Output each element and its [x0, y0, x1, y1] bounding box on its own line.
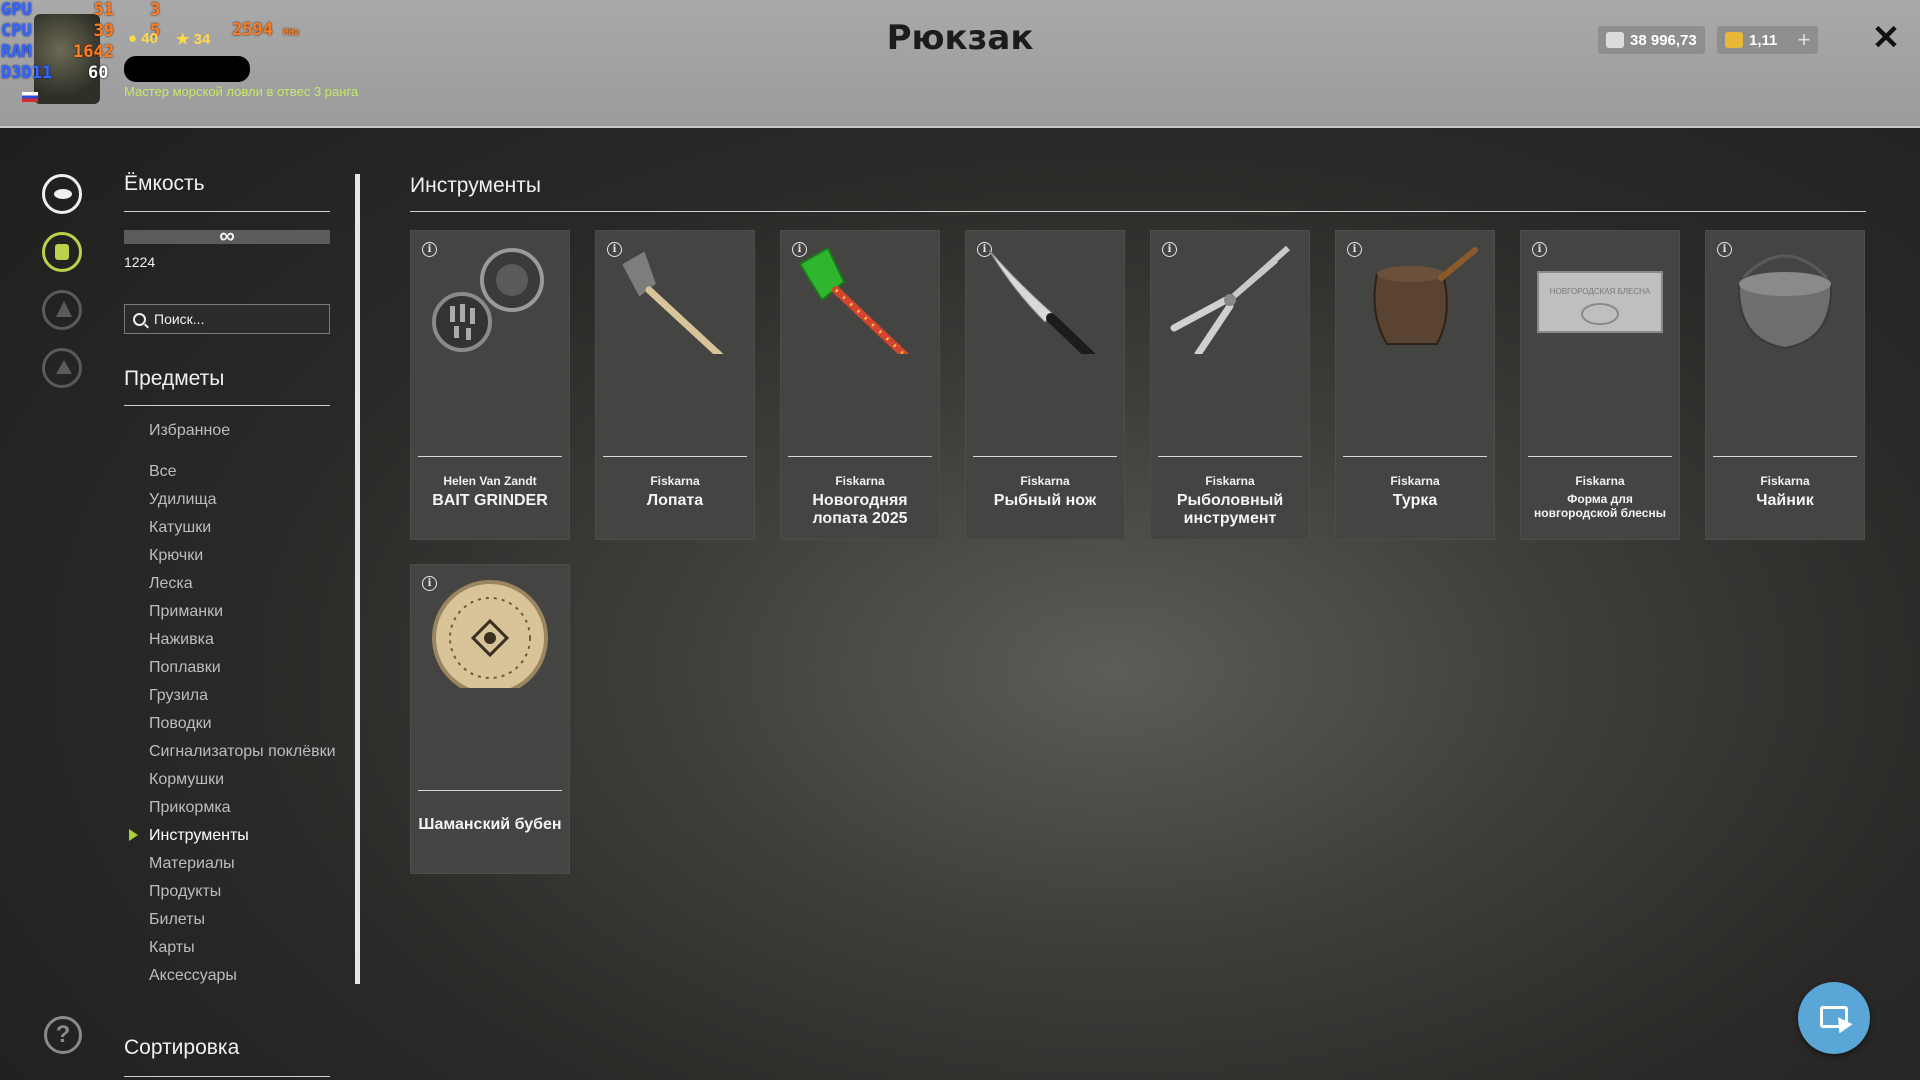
item-brand: Fiskarna: [835, 474, 885, 488]
card-divider: [603, 456, 747, 457]
inventory-item-card[interactable]: i Шаманский бубен: [410, 564, 570, 874]
item-brand: Fiskarna: [650, 474, 700, 488]
kettle-icon: [1719, 244, 1851, 354]
gold-coin-icon: [1725, 32, 1743, 48]
category-list: Все Удилища Катушки Крючки Леска Приманки Нажи…: [129, 462, 339, 994]
silver-balance: 38 996,73: [1598, 26, 1705, 54]
gold-amount: 1,11: [1749, 31, 1778, 49]
category-item[interactable]: Аксессуары: [149, 966, 339, 985]
item-name: BAIT GRINDER: [432, 492, 548, 509]
item-name: Шаманский бубен: [418, 816, 562, 833]
mold-plate-text: НОВГОРОДСКАЯ БЛЕСНА: [1550, 287, 1651, 296]
category-item[interactable]: Карты: [149, 938, 339, 957]
flag-icon: [22, 92, 38, 102]
item-name: Чайник: [1756, 492, 1814, 509]
section-divider: [410, 211, 1866, 212]
category-item[interactable]: Материалы: [149, 854, 339, 873]
hud-api-label: D3D11: [1, 63, 53, 83]
player-title: Мастер морской ловли в отвес 3 ранга: [124, 84, 359, 99]
close-button[interactable]: ✕: [1864, 16, 1908, 60]
item-brand: Fiskarna: [1390, 474, 1440, 488]
inventory-item-card[interactable]: i Fiskarna Новогодняя лопата 2025: [780, 230, 940, 540]
category-item[interactable]: Удилища: [149, 490, 339, 509]
category-item[interactable]: Продукты: [149, 882, 339, 901]
sort-heading[interactable]: Сортировка: [124, 1036, 239, 1060]
help-icon[interactable]: ?: [44, 1016, 82, 1054]
category-item[interactable]: Прикормка: [149, 798, 339, 817]
item-name: Рыболовный инструмент: [1176, 492, 1284, 527]
item-brand: Fiskarna: [1760, 474, 1810, 488]
inventory-item-card[interactable]: i Helen Van Zandt BAIT GRINDER: [410, 230, 570, 540]
green-shovel-icon: [794, 244, 926, 366]
category-item[interactable]: Поводки: [149, 714, 339, 733]
item-name: Турка: [1392, 492, 1438, 509]
top-bar: GPU CPU RAM D3D11 51 39 1642 3 5 2594 MH…: [0, 0, 1920, 128]
item-name: Лопата: [646, 492, 704, 509]
capacity-divider: [124, 211, 330, 212]
mold-icon: НОВГОРОДСКАЯ БЛЕСНА: [1534, 244, 1666, 354]
backpack-icon[interactable]: [42, 232, 82, 272]
category-item[interactable]: Билеты: [149, 910, 339, 929]
search-icon: [133, 312, 146, 326]
capacity-count: 1224: [124, 254, 156, 270]
category-item[interactable]: Леска: [149, 574, 339, 593]
card-divider: [1528, 456, 1672, 457]
category-item[interactable]: Наживка: [149, 630, 339, 649]
inventory-item-card[interactable]: i Fiskarna Лопата: [595, 230, 755, 540]
category-item[interactable]: Грузила: [149, 686, 339, 705]
camp-icon[interactable]: [42, 290, 82, 330]
home-storage-icon[interactable]: [42, 348, 82, 388]
card-divider: [788, 456, 932, 457]
category-item[interactable]: Крючки: [149, 546, 339, 565]
capacity-heading: Ёмкость: [124, 172, 205, 195]
category-item[interactable]: Катушки: [149, 518, 339, 537]
item-brand: Helen Van Zandt: [443, 474, 537, 488]
fish-knife-icon: [979, 244, 1111, 367]
item-brand: Fiskarna: [1020, 474, 1070, 488]
inventory-item-card[interactable]: i НОВГОРОДСКАЯ БЛЕСНА Fiskarna Форма для но…: [1520, 230, 1680, 540]
card-divider: [1343, 456, 1487, 457]
sidebar-scrollbar[interactable]: [355, 174, 360, 984]
category-item[interactable]: Кормушки: [149, 770, 339, 789]
cursor-mode-button[interactable]: [1798, 982, 1870, 1054]
category-item[interactable]: Сигнализаторы поклёвки: [149, 742, 339, 761]
inventory-item-card[interactable]: i Fiskarna Чайник: [1705, 230, 1865, 540]
item-name: Рыбный нож: [993, 492, 1097, 509]
items-divider: [124, 405, 330, 406]
category-item[interactable]: Все: [149, 462, 339, 481]
shovel-icon: [609, 244, 741, 366]
inventory-item-card[interactable]: i Fiskarna Рыбный нож: [965, 230, 1125, 540]
category-favorites[interactable]: Избранное: [149, 422, 230, 440]
category-item[interactable]: Поплавки: [149, 658, 339, 677]
search-input[interactable]: [152, 310, 316, 328]
drum-icon: [424, 578, 556, 696]
search-box[interactable]: [124, 304, 330, 334]
item-name: Форма для новгородской блесны: [1534, 492, 1666, 520]
capacity-limit: ∞: [219, 223, 235, 248]
card-divider: [418, 790, 562, 791]
category-item[interactable]: Инструменты: [129, 826, 339, 845]
fish-keepnet-icon[interactable]: [42, 174, 82, 214]
add-gold-button[interactable]: +: [1790, 26, 1818, 54]
card-divider: [973, 456, 1117, 457]
items-heading: Предметы: [124, 367, 225, 390]
redacted-nickname: [124, 56, 250, 82]
silver-coin-icon: [1606, 32, 1624, 48]
item-name: Новогодняя лопата 2025: [812, 492, 908, 527]
pliers-icon: [1164, 244, 1296, 358]
card-divider: [1713, 456, 1857, 457]
card-divider: [1158, 456, 1302, 457]
item-brand: Fiskarna: [1575, 474, 1625, 488]
section-title: Инструменты: [410, 174, 541, 197]
sort-divider: [124, 1076, 330, 1077]
silver-amount: 38 996,73: [1630, 31, 1697, 49]
category-item[interactable]: Приманки: [149, 602, 339, 621]
inventory-item-card[interactable]: i Fiskarna Рыболовный инструмент: [1150, 230, 1310, 540]
turka-icon: [1349, 244, 1481, 354]
inventory-item-card[interactable]: i Fiskarna Турка: [1335, 230, 1495, 540]
item-brand: Fiskarna: [1205, 474, 1255, 488]
card-divider: [418, 456, 562, 457]
grinder-icon: [424, 244, 556, 354]
hud-fps: 60: [88, 63, 109, 83]
